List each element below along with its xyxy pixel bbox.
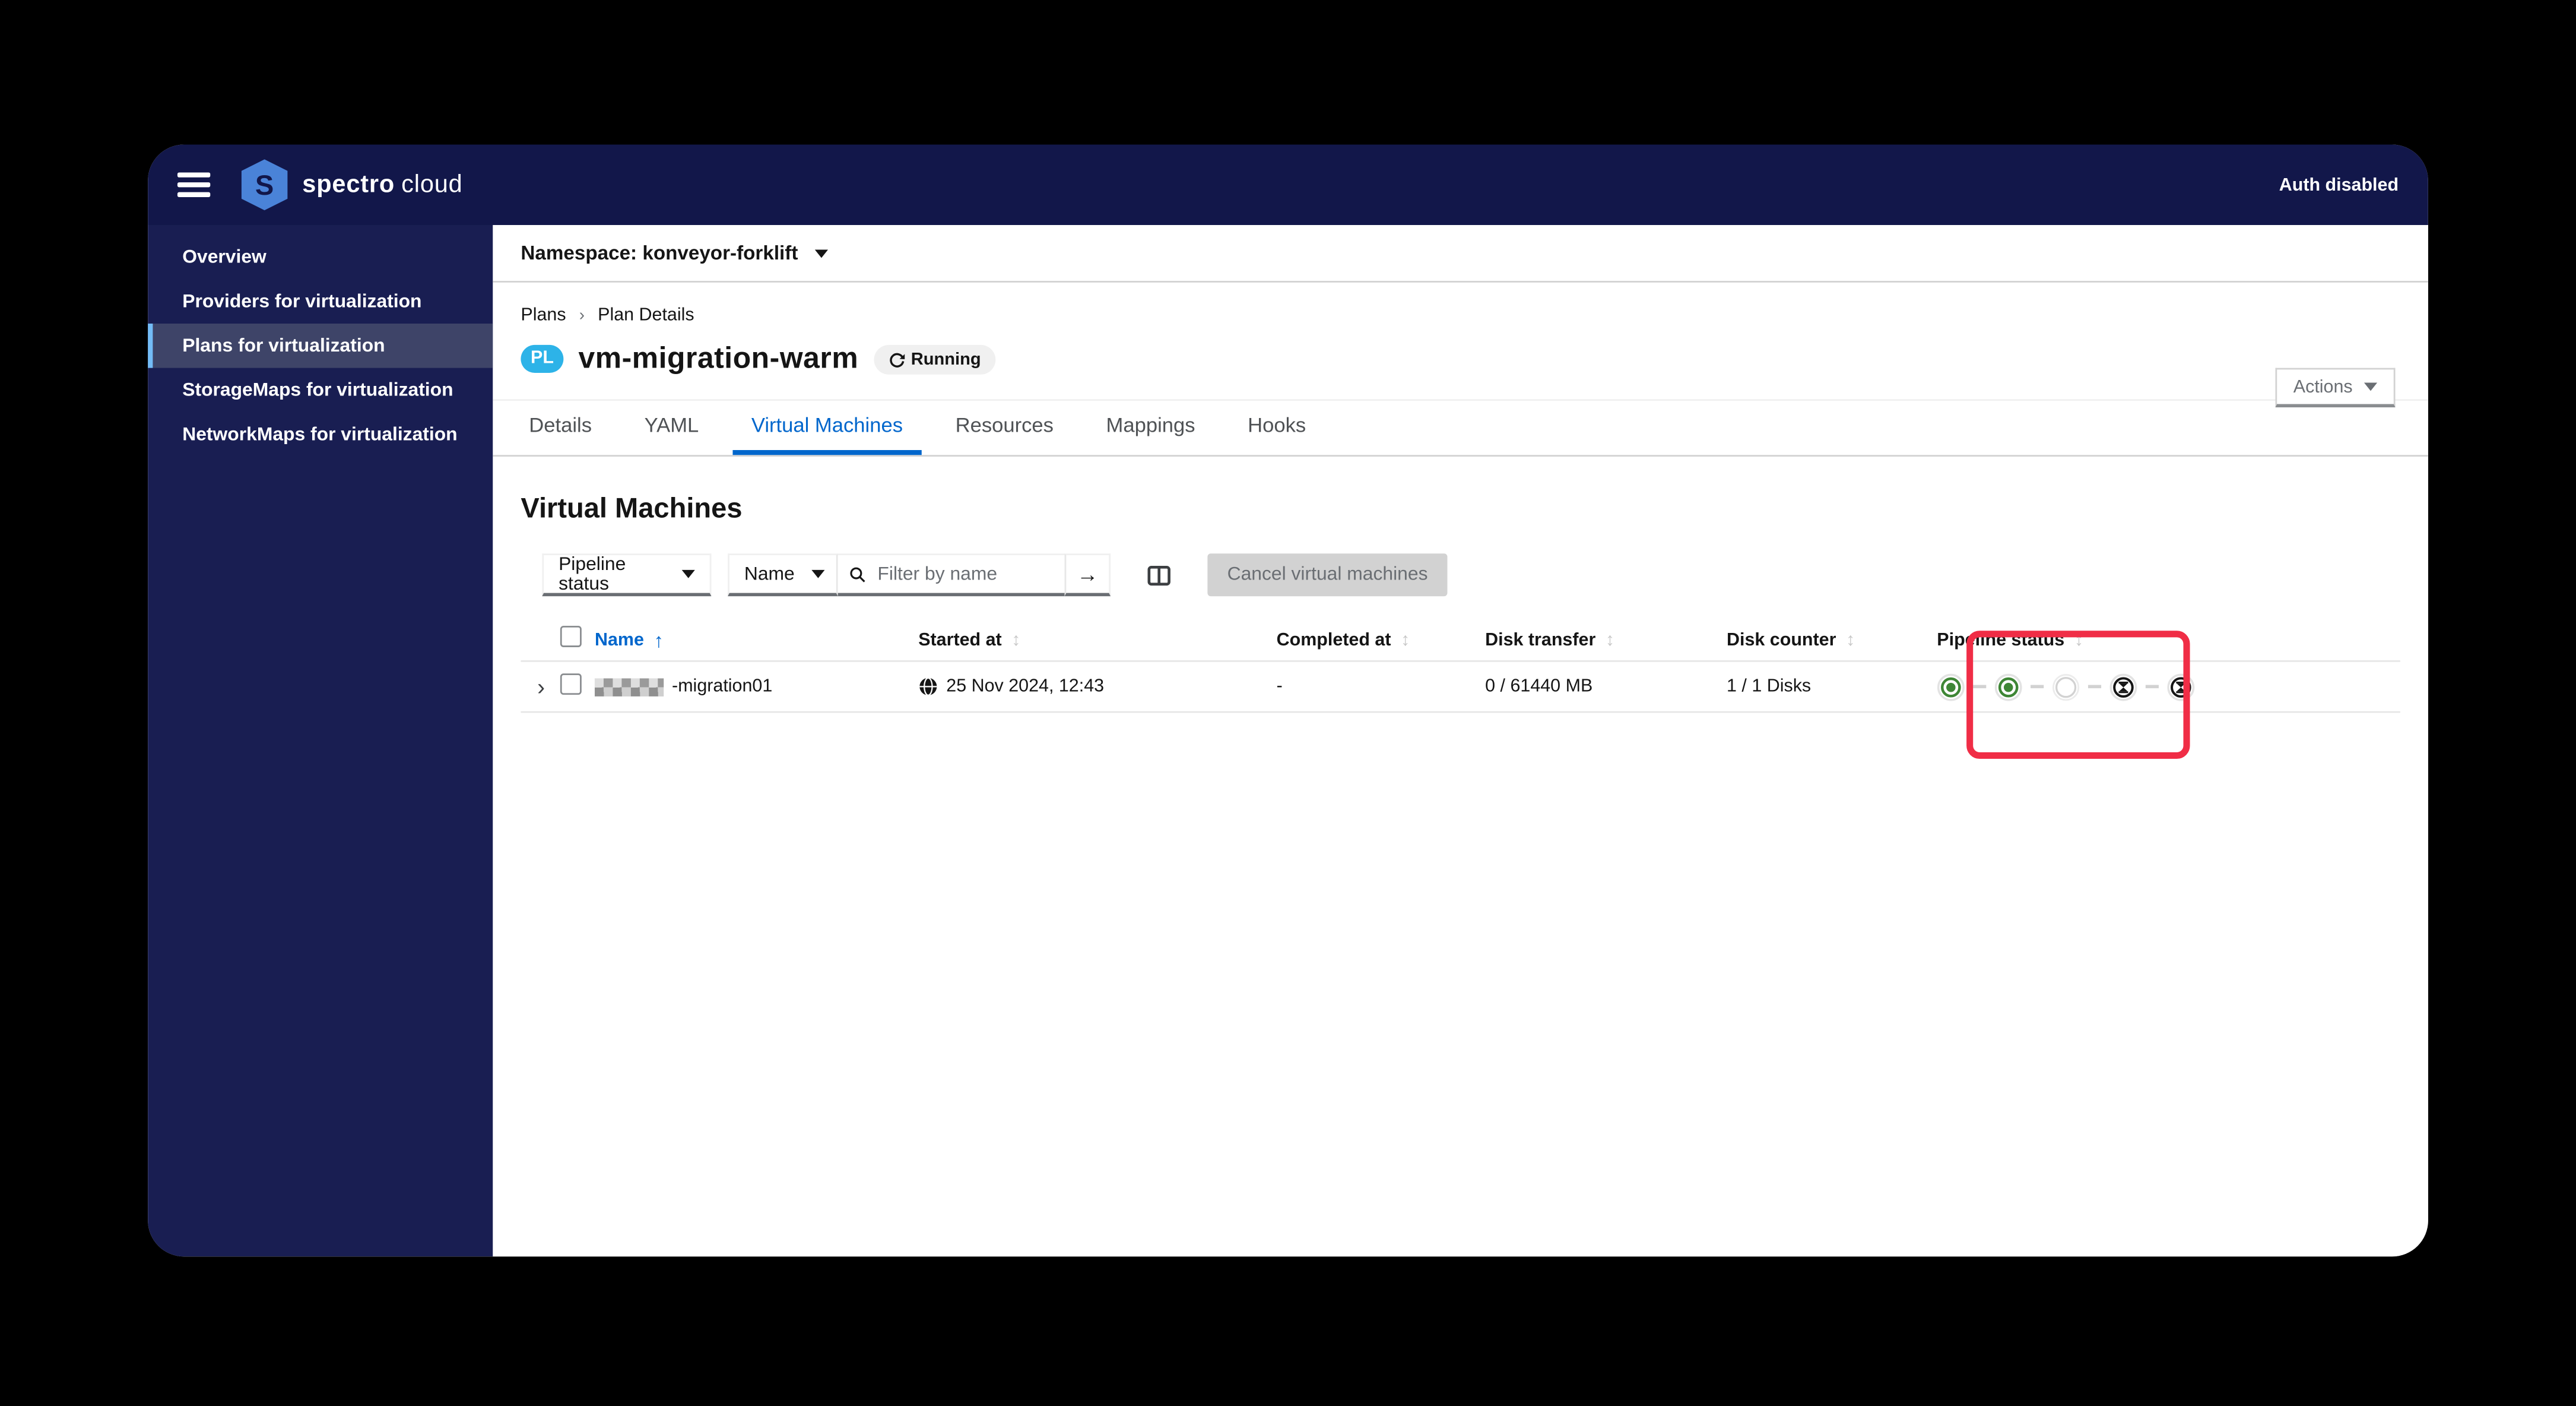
search-input[interactable] [874, 562, 1054, 586]
chevron-down-icon [2364, 382, 2378, 391]
spectro-cloud-logo-icon: S [241, 159, 288, 211]
pipeline-step-completed-icon [1937, 673, 1965, 701]
sidebar-item-overview[interactable]: Overview [148, 235, 493, 280]
sort-icon[interactable]: ↕ [1011, 631, 1020, 650]
expand-row-chevron-icon[interactable]: › [521, 675, 560, 698]
hamburger-menu-icon[interactable] [177, 172, 211, 197]
search-icon [850, 566, 865, 582]
plan-kind-badge: PL [521, 344, 564, 373]
tab-details[interactable]: Details [511, 401, 610, 455]
column-header-started-at[interactable]: Started at ↕ [918, 631, 1276, 650]
namespace-selector[interactable]: Namespace: konveyor-forklift [521, 242, 798, 265]
table-header-row: Name ↑ Started at ↕ Completed at ↕ Disk tra… [521, 621, 2400, 662]
sort-icon[interactable]: ↕ [1846, 631, 1855, 650]
sidebar-item-providers[interactable]: Providers for virtualization [148, 279, 493, 324]
sort-icon[interactable]: ↕ [2074, 631, 2083, 650]
pipeline-step-pending-icon [2109, 673, 2137, 701]
tab-hooks[interactable]: Hooks [1230, 401, 1324, 455]
column-header-completed-at[interactable]: Completed at ↕ [1277, 631, 1486, 650]
vm-table: Name ↑ Started at ↕ Completed at ↕ Disk tra… [521, 621, 2400, 713]
column-header-name[interactable]: Name ↑ [595, 629, 918, 653]
tab-bar: Details YAML Virtual Machines Resources … [493, 399, 2428, 457]
sort-icon[interactable]: ↕ [1401, 631, 1410, 650]
svg-text:S: S [255, 169, 274, 201]
pipeline-connector [2145, 685, 2159, 689]
column-header-disk-counter[interactable]: Disk counter ↕ [1727, 631, 1937, 650]
column-management-button[interactable] [1147, 562, 1172, 587]
breadcrumb-separator-icon: › [579, 306, 585, 325]
search-category-dropdown[interactable]: Name [728, 553, 838, 597]
pipeline-connector [2031, 685, 2044, 689]
brand-logo: S spectro cloud [240, 158, 462, 212]
sort-ascending-icon[interactable]: ↑ [654, 629, 664, 653]
vm-name-cell: -migration01 [594, 677, 918, 696]
app-window: S spectro cloud Auth disabled Overview Pr… [148, 144, 2428, 1257]
actions-button[interactable]: Actions [2275, 368, 2396, 408]
namespace-bar: Namespace: konveyor-forklift [493, 225, 2428, 283]
row-checkbox[interactable] [560, 673, 582, 695]
main-panel: Namespace: konveyor-forklift Plans › Pla… [493, 224, 2428, 1257]
tab-mappings[interactable]: Mappings [1088, 401, 1213, 455]
status-badge: Running [873, 344, 996, 374]
pipeline-status-filter-dropdown[interactable]: Pipeline status [542, 553, 712, 597]
started-at-cell: 25 Nov 2024, 12:43 [918, 677, 1276, 696]
breadcrumb-plan-details: Plan Details [598, 305, 694, 325]
sidebar-item-storagemaps[interactable]: StorageMaps for virtualization [148, 368, 493, 413]
sidebar: Overview Providers for virtualization Pl… [148, 224, 493, 1257]
tab-resources[interactable]: Resources [937, 401, 1071, 455]
table-row: › -migration01 25 Nov 2024, 12:43 - 0 / … [521, 662, 2400, 713]
sidebar-item-networkmaps[interactable]: NetworkMaps for virtualization [148, 412, 493, 457]
toolbar: Pipeline status Name Filter by name → Ca… [542, 553, 2400, 597]
auth-disabled-label: Auth disabled [2279, 175, 2399, 195]
select-all-checkbox[interactable] [560, 625, 582, 647]
masthead: S spectro cloud Auth disabled [148, 144, 2428, 225]
pipeline-connector [2088, 685, 2102, 689]
search-box [837, 553, 1065, 597]
column-header-pipeline-status[interactable]: Pipeline status ↕ [1937, 631, 2400, 650]
page-title: vm-migration-warm [578, 341, 859, 375]
section-title: Virtual Machines [521, 492, 743, 524]
cancel-virtual-machines-button[interactable]: Cancel virtual machines [1207, 553, 1448, 597]
pipeline-step-not-started-icon [2052, 673, 2080, 700]
search-submit-button[interactable]: → [1064, 553, 1111, 597]
chevron-down-icon [811, 569, 824, 578]
screenshot-canvas: S spectro cloud Auth disabled Overview Pr… [0, 0, 2576, 1406]
chevron-down-icon[interactable] [814, 249, 828, 257]
columns-icon [1147, 565, 1170, 585]
disk-counter-cell: 1 / 1 Disks [1727, 676, 1812, 696]
page-header: Plans › Plan Details PL vm-migration-war… [493, 283, 2428, 408]
pipeline-connector [1973, 685, 1987, 689]
brand-name: spectro cloud [302, 170, 463, 199]
breadcrumb: Plans › Plan Details [521, 306, 2400, 325]
tab-yaml[interactable]: YAML [626, 401, 717, 455]
breadcrumb-plans[interactable]: Plans [521, 306, 566, 325]
pipeline-status-cell [1937, 673, 2400, 701]
sort-icon[interactable]: ↕ [1606, 631, 1614, 650]
globe-icon [919, 677, 937, 696]
column-header-disk-transfer[interactable]: Disk transfer ↕ [1485, 631, 1727, 650]
search-group: Name → [728, 553, 1111, 597]
sync-icon [889, 352, 904, 367]
pipeline-step-completed-icon [1994, 673, 2022, 701]
disk-transfer-cell: 0 / 61440 MB [1485, 676, 1593, 696]
pipeline-step-pending-icon [2167, 673, 2195, 701]
chevron-down-icon [681, 569, 695, 578]
completed-at-cell: - [1276, 676, 1283, 696]
tab-virtual-machines[interactable]: Virtual Machines [733, 401, 921, 455]
sidebar-item-plans[interactable]: Plans for virtualization [148, 323, 493, 368]
redacted-name-prefix [594, 677, 664, 696]
